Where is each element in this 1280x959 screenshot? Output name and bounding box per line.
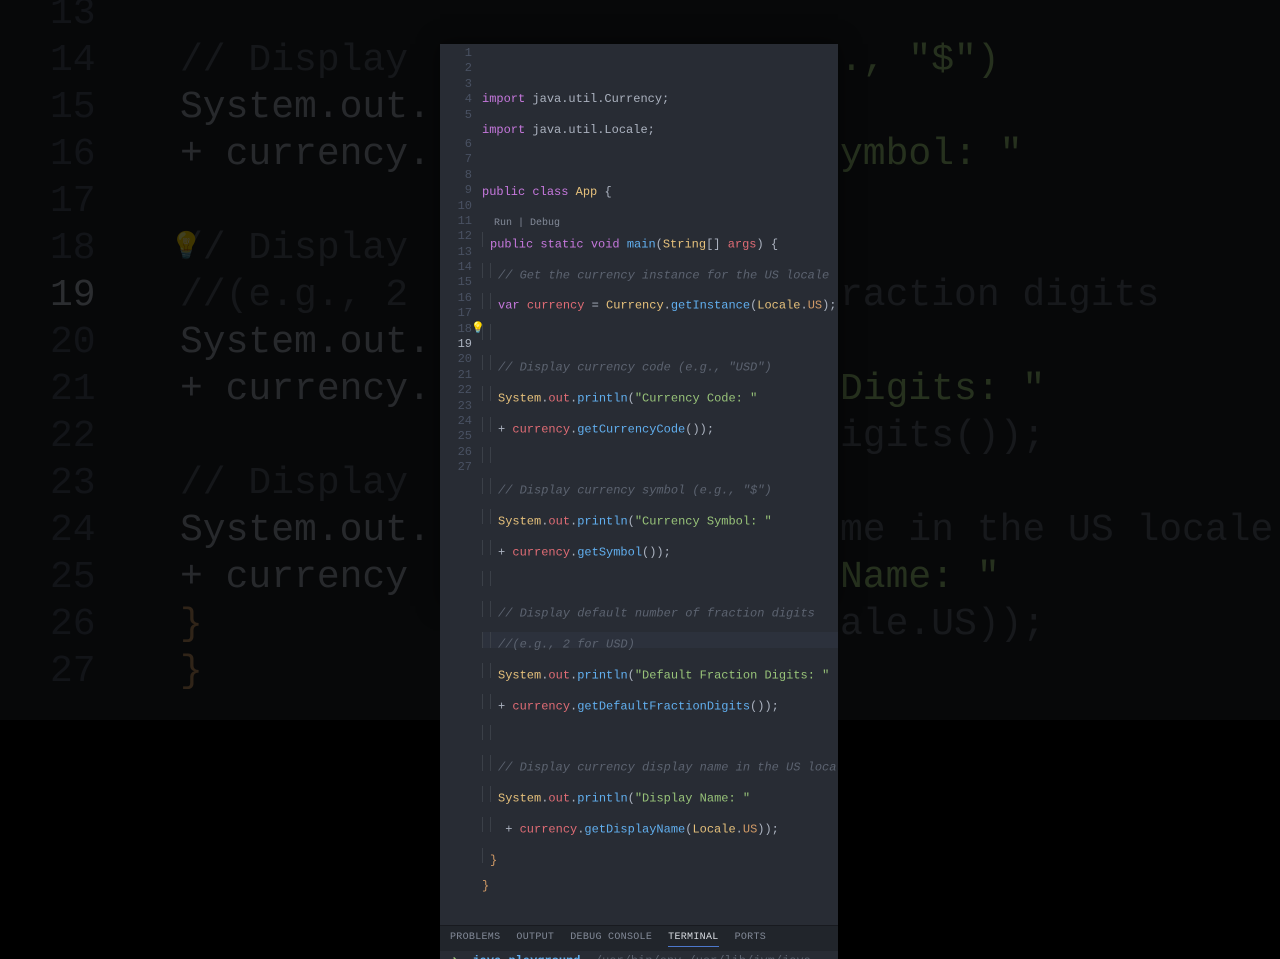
line-number-gutter: 1234567891011121314151617181920212223242… — [440, 44, 482, 925]
editor-panel: 💡 12345678910111213141516171819202122232… — [440, 44, 838, 606]
codelens[interactable]: Run | Debug — [482, 218, 560, 229]
tab-terminal[interactable]: TERMINAL — [668, 932, 718, 947]
tab-output[interactable]: OUTPUT — [516, 932, 554, 947]
tab-ports[interactable]: PORTS — [735, 932, 767, 947]
panel-tabs: PROBLEMS OUTPUT DEBUG CONSOLE TERMINAL P… — [440, 925, 838, 951]
keyword: import — [482, 92, 525, 106]
tab-problems[interactable]: PROBLEMS — [450, 932, 500, 947]
lightbulb-icon: 💡 — [170, 224, 202, 271]
bg-line-numbers: 131415161718192021222324252627 — [50, 0, 96, 695]
tab-debug-console[interactable]: DEBUG CONSOLE — [570, 932, 652, 947]
code-editor[interactable]: 💡 12345678910111213141516171819202122232… — [440, 44, 838, 925]
bg-code-lines: // Display ., "$")System.out.+ currency.… — [180, 0, 431, 695]
terminal-output[interactable]: ➜ java-playground /usr/bin/env /usr/lib/… — [440, 951, 838, 959]
code-content[interactable]: import java.util.Currency; import java.u… — [482, 44, 838, 925]
